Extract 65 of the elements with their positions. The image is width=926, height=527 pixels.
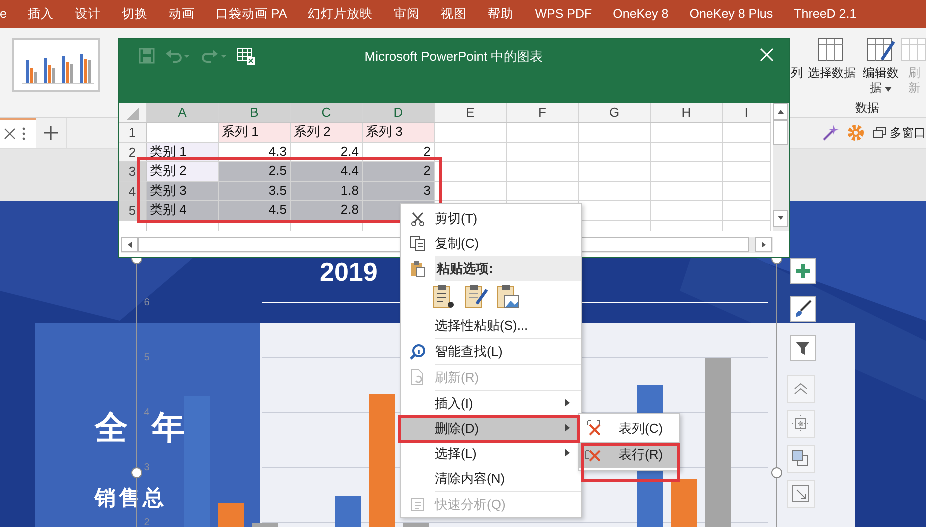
menu-item[interactable]: 选择性粘贴(S)...: [401, 313, 581, 338]
table-cell: 3: [363, 182, 435, 200]
table-cell: 系列 1: [219, 123, 291, 142]
ribbon-tab[interactable]: 设计: [64, 0, 112, 28]
row-header[interactable]: 1: [119, 123, 147, 142]
table-cell: 类别 2: [147, 162, 219, 180]
ribbon-tab[interactable]: OneKey 8: [602, 0, 680, 28]
ribbon-tab[interactable]: 审阅: [384, 0, 431, 28]
menu-item[interactable]: 清除内容(N): [401, 466, 581, 491]
table-cell: 3.5: [219, 182, 291, 200]
ribbon-tab[interactable]: 切换: [111, 0, 158, 28]
column-header[interactable]: G: [579, 103, 651, 122]
column-header[interactable]: C: [291, 103, 363, 122]
axis-tick-label: 5: [144, 352, 150, 364]
ribbon-tab[interactable]: 口袋动画 PA: [205, 0, 298, 28]
slide-heading: 年: [152, 408, 185, 448]
column-header[interactable]: D: [363, 103, 435, 122]
menu-item[interactable]: 插入(I): [401, 391, 581, 416]
column-header[interactable]: I: [723, 103, 771, 122]
menu-item[interactable]: 选择(L): [401, 441, 581, 466]
ribbon-tab[interactable]: 视图: [430, 0, 478, 28]
ribbon-tab[interactable]: 动画: [158, 0, 206, 28]
axis-tick-label: 3: [144, 462, 150, 474]
menu-item[interactable]: 表列(C): [579, 416, 679, 442]
table-cell: 2: [363, 162, 435, 180]
ribbon-tab[interactable]: 帮助: [478, 0, 525, 28]
ribbon-button[interactable]: 列: [789, 28, 805, 100]
ribbon-tab[interactable]: 插入: [17, 0, 64, 28]
axis-tick-label: 4: [144, 408, 150, 418]
window-title: Microsoft PowerPoint 中的图表: [364, 49, 544, 64]
table-cell: 2.5: [219, 162, 291, 180]
table-cell: 4.5: [219, 201, 291, 220]
ribbon-tab[interactable]: WPS PDF: [524, 0, 603, 28]
table-cell: 4.4: [291, 162, 363, 180]
slide-title: 2019: [320, 257, 378, 288]
column-header[interactable]: H: [651, 103, 723, 122]
table-cell: 2: [363, 142, 435, 161]
table-cell: 类别 4: [147, 201, 219, 220]
ribbon-tab[interactable]: ThreeD 2.1: [784, 0, 868, 28]
table-cell: 2.8: [291, 201, 363, 220]
table-cell: 2.4: [291, 142, 363, 161]
table-cell: 系列 3: [363, 123, 435, 142]
slide-subheading: 销售总: [95, 486, 167, 512]
table-cell: 系列 2: [291, 123, 363, 142]
axis-tick-label: 6: [144, 298, 150, 308]
ribbon-tab[interactable]: OneKey 8 Plus: [679, 0, 784, 28]
ribbon-tab[interactable]: e: [0, 0, 18, 28]
ribbon-button[interactable]: 选择数据: [805, 28, 859, 100]
group-label: 数据: [854, 100, 880, 117]
menu-item[interactable]: 智能查找(L): [401, 339, 581, 364]
table-cell: 1.8: [291, 182, 363, 200]
slide-heading: 全: [95, 408, 128, 448]
column-header[interactable]: B: [219, 103, 291, 122]
ribbon-button[interactable]: 编辑数据: [859, 28, 903, 100]
axis-tick-label: 2: [144, 518, 150, 527]
column-header[interactable]: F: [507, 103, 579, 122]
menu-section-header: 粘贴选项:: [435, 256, 581, 281]
table-cell: 类别 3: [147, 182, 219, 200]
ribbon-tab[interactable]: 幻灯片放映: [298, 0, 384, 28]
table-cell: 4.3: [219, 142, 291, 161]
multi-window-button[interactable]: 多窗口: [873, 124, 926, 142]
menu-item[interactable]: 剪切(T): [401, 206, 581, 231]
column-header[interactable]: A: [147, 103, 219, 122]
menu-item[interactable]: 复制(C): [401, 231, 581, 256]
column-header[interactable]: E: [435, 103, 507, 122]
